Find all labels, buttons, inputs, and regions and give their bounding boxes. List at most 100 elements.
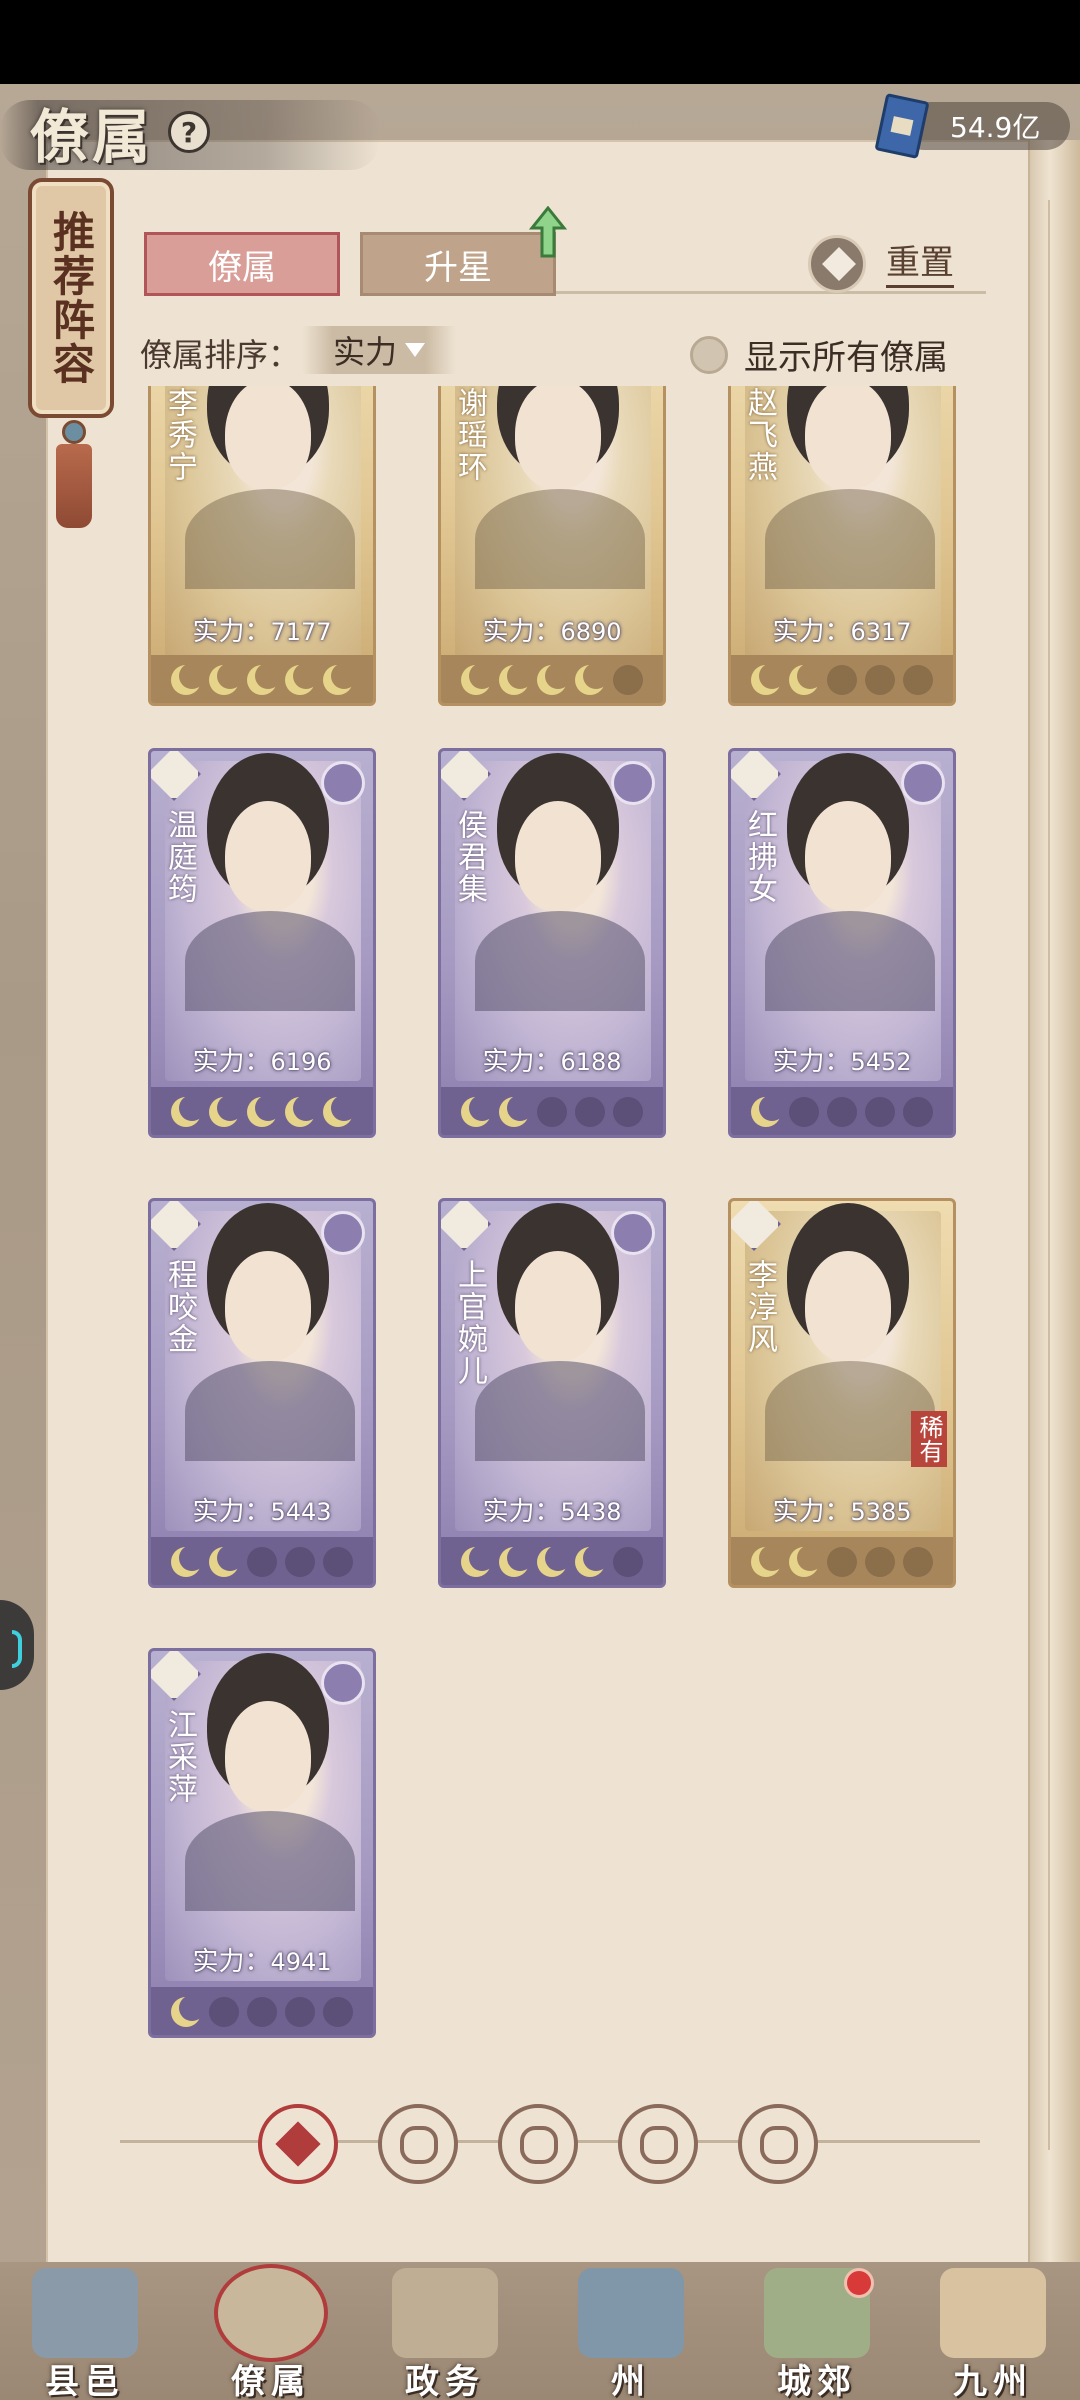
moon-star-filled-icon <box>499 1095 533 1127</box>
star-rating <box>441 1537 663 1585</box>
nav-label: 政务 <box>405 2362 485 2400</box>
moon-star-empty-icon <box>209 1997 239 2027</box>
moon-star-filled-icon <box>575 663 609 695</box>
tab-star-up[interactable]: 升星 <box>360 232 556 296</box>
moon-star-empty-icon <box>323 1997 353 2027</box>
moon-star-filled-icon <box>323 663 357 695</box>
nav-label: 僚属 <box>231 2362 311 2400</box>
power-value: 5443 <box>270 1498 332 1526</box>
show-all-checkbox[interactable] <box>690 335 728 374</box>
power-value: 6188 <box>560 1048 622 1076</box>
moon-star-filled-icon <box>537 1545 571 1577</box>
retainer-power: 实力：6196 <box>151 1041 373 1078</box>
power-prefix: 实力： <box>772 617 851 647</box>
nav-label: 九州 <box>953 2362 1033 2400</box>
power-prefix: 实力： <box>772 1047 851 1077</box>
moon-star-empty-icon <box>903 1547 933 1577</box>
retainer-name: 江采萍 <box>162 1709 197 1805</box>
nav-item-6[interactable]: 九州 <box>918 2262 1068 2400</box>
tab-retainers[interactable]: 僚属 <box>144 232 340 296</box>
moon-star-empty-icon <box>865 665 895 695</box>
star-rating <box>441 655 663 703</box>
moon-star-filled-icon <box>499 663 533 695</box>
moon-star-filled-icon <box>461 1095 495 1127</box>
moon-star-filled-icon <box>247 663 281 695</box>
moon-star-empty-icon <box>613 1097 643 1127</box>
power-prefix: 实力： <box>482 1497 561 1527</box>
moon-star-filled-icon <box>461 1545 495 1577</box>
retainer-card[interactable]: 李秀宁 实力：7177 <box>148 386 376 706</box>
moon-star-filled-icon <box>537 663 571 695</box>
moon-star-filled-icon <box>751 1545 785 1577</box>
nav-item-1[interactable]: 县邑 <box>10 2262 160 2400</box>
moon-star-filled-icon <box>209 663 243 695</box>
moon-star-filled-icon <box>499 1545 533 1577</box>
retainer-card[interactable]: 李淳风 实力：5385 稀有 <box>728 1198 956 1588</box>
nav-label: 州 <box>611 2362 651 2400</box>
retainer-card[interactable]: 红拂女 实力：5452 <box>728 748 956 1138</box>
power-value: 6196 <box>270 1048 332 1076</box>
moon-star-filled-icon <box>285 663 319 695</box>
talent-badge-icon <box>611 1211 655 1255</box>
talent-badge-icon <box>321 1211 365 1255</box>
show-all-toggle[interactable]: 显示所有僚属 <box>690 330 948 379</box>
currency-display[interactable]: 54.9亿 <box>874 93 1070 159</box>
reset-icon <box>808 235 866 293</box>
filter-fan-button[interactable] <box>618 2104 698 2184</box>
nav-item-2[interactable]: 僚属 <box>196 2262 346 2400</box>
moon-star-filled-icon <box>789 663 823 695</box>
nav-label: 县邑 <box>45 2362 125 2400</box>
power-value: 6890 <box>560 618 622 646</box>
gourd-icon <box>520 2126 558 2164</box>
nav-item-5[interactable]: 城郊 <box>742 2262 892 2400</box>
moon-star-empty-icon <box>247 1547 277 1577</box>
reset-label: 重置 <box>886 241 954 288</box>
retainer-card[interactable]: 赵飞燕 实力：6317 <box>728 386 956 706</box>
retainer-card[interactable]: 程咬金实力：5443 <box>148 1198 376 1588</box>
nav-item-4[interactable]: 州 <box>556 2262 706 2400</box>
retainer-card[interactable]: 谢瑶环 实力：6890 <box>438 386 666 706</box>
retainer-card[interactable]: 温庭筠 实力：6196 <box>148 748 376 1138</box>
power-prefix: 实力： <box>482 1047 561 1077</box>
bottom-navigation: 县邑 僚属 政务 州 城郊 九州 <box>0 2262 1080 2400</box>
retainer-card[interactable]: 江采萍 实力：4941 <box>148 1648 376 2038</box>
talent-badge-icon <box>321 761 365 805</box>
moon-star-empty-icon <box>613 1547 643 1577</box>
nav-item-3[interactable]: 政务 <box>370 2262 520 2400</box>
retainer-card[interactable]: 上官婉儿 实力：5438 <box>438 1198 666 1588</box>
retainer-name: 红拂女 <box>742 809 777 905</box>
power-value: 7177 <box>270 618 332 646</box>
moon-star-empty-icon <box>865 1097 895 1127</box>
reset-button[interactable]: 重置 <box>808 232 988 296</box>
star-rating <box>731 655 953 703</box>
moon-star-filled-icon <box>323 1095 357 1127</box>
retainer-name: 李淳风 <box>742 1259 777 1355</box>
retainer-power: 实力：7177 <box>151 611 373 648</box>
retainers-scroll-icon <box>218 2268 324 2358</box>
moon-star-empty-icon <box>827 665 857 695</box>
filter-gourd-button[interactable] <box>498 2104 578 2184</box>
moon-star-empty-icon <box>789 1097 819 1127</box>
power-value: 5385 <box>850 1498 912 1526</box>
moon-star-filled-icon <box>461 663 495 695</box>
filter-all-diamond-button[interactable] <box>258 2104 338 2184</box>
power-prefix: 实力： <box>192 1497 271 1527</box>
power-prefix: 实力： <box>192 1047 271 1077</box>
beast-icon <box>760 2126 798 2164</box>
moon-star-empty-icon <box>903 1097 933 1127</box>
help-icon[interactable]: ? <box>168 111 211 153</box>
retainer-power: 实力：5438 <box>441 1491 663 1528</box>
talent-badge-icon <box>901 761 945 805</box>
recommend-lineup-label: 推荐阵容 <box>46 210 96 386</box>
retainer-card[interactable]: 侯君集 实力：6188 <box>438 748 666 1138</box>
type-filter-row <box>120 2092 980 2192</box>
recommend-lineup-button[interactable]: 推荐阵容 <box>28 178 114 418</box>
moon-star-empty-icon <box>903 665 933 695</box>
sort-dropdown[interactable]: 实力 <box>302 326 456 374</box>
retainer-name: 程咬金 <box>162 1259 197 1355</box>
filter-beast-button[interactable] <box>738 2104 818 2184</box>
filter-helmet-button[interactable] <box>378 2104 458 2184</box>
retainer-power: 实力：6890 <box>441 611 663 648</box>
fan-icon <box>640 2126 678 2164</box>
tassel-icon <box>56 444 92 528</box>
